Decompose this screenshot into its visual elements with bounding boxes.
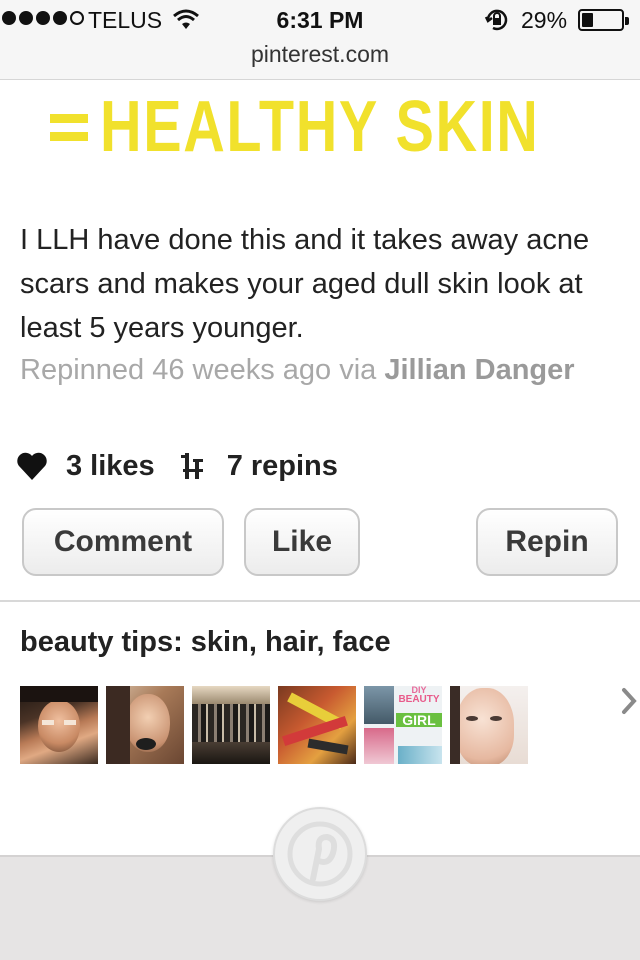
chevron-right-icon[interactable] bbox=[618, 686, 640, 716]
battery-percent: 29% bbox=[521, 7, 568, 33]
board-thumbnail[interactable] bbox=[278, 686, 356, 764]
board-thumbnails: DIY BEAUTY GIRL bbox=[20, 686, 528, 764]
pin-stats: 3 likes 7 repins bbox=[16, 446, 338, 486]
repins-count[interactable]: 7 repins bbox=[227, 450, 338, 483]
repinned-user-link[interactable]: Jillian Danger bbox=[384, 354, 574, 386]
board-thumbnail[interactable] bbox=[20, 686, 98, 764]
pin-image[interactable]: HEALTHY SKIN bbox=[44, 84, 584, 174]
repin-button[interactable]: Repin bbox=[476, 508, 618, 576]
heart-icon bbox=[17, 452, 47, 480]
section-divider bbox=[0, 600, 640, 602]
pin-image-text: HEALTHY SKIN bbox=[100, 87, 540, 167]
repinned-text: Repinned 46 weeks ago via bbox=[20, 354, 377, 386]
board-thumbnail[interactable] bbox=[106, 686, 184, 764]
like-button[interactable]: Like bbox=[244, 508, 360, 576]
pinterest-logo-icon[interactable] bbox=[273, 807, 367, 901]
thumb-caption-line: GIRL bbox=[396, 713, 442, 727]
board-title[interactable]: beauty tips: skin, hair, face bbox=[20, 626, 391, 659]
address-bar[interactable]: pinterest.com bbox=[0, 41, 640, 68]
repin-attribution: Repinned 46 weeks ago via Jillian Danger bbox=[20, 348, 580, 392]
thumb-caption: DIY BEAUTY GIRL bbox=[396, 686, 442, 727]
pin-description: I LLH have done this and it takes away a… bbox=[20, 224, 590, 344]
thumb-caption-line: BEAUTY bbox=[398, 694, 440, 705]
board-thumbnail[interactable]: DIY BEAUTY GIRL bbox=[364, 686, 442, 764]
top-bar: TELUS 6:31 PM 29% pinterest.com bbox=[0, 0, 640, 80]
rotation-lock-icon bbox=[484, 9, 508, 31]
board-thumbnail[interactable] bbox=[192, 686, 270, 764]
equals-sign bbox=[50, 114, 88, 150]
likes-count[interactable]: 3 likes bbox=[66, 450, 155, 483]
comment-button[interactable]: Comment bbox=[22, 508, 224, 576]
battery-icon bbox=[578, 9, 629, 31]
repin-icon bbox=[180, 453, 203, 479]
status-bar: TELUS 6:31 PM 29% bbox=[0, 0, 640, 40]
board-thumbnail[interactable] bbox=[450, 686, 528, 764]
